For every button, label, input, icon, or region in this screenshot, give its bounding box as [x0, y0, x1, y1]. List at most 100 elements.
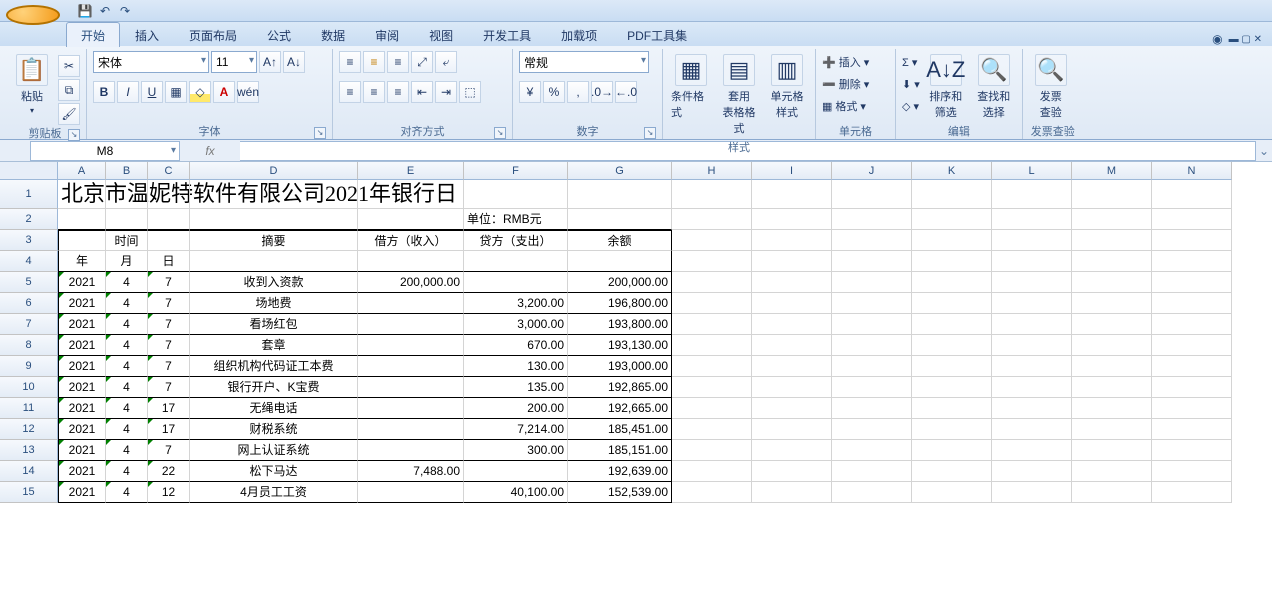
help-icon[interactable]: ◉: [1212, 32, 1222, 46]
font-color-button[interactable]: A: [213, 81, 235, 103]
row-header-15[interactable]: 15: [0, 482, 58, 503]
tab-formulas[interactable]: 公式: [252, 22, 306, 47]
row-header-10[interactable]: 10: [0, 377, 58, 398]
copy-icon[interactable]: ⧉: [58, 79, 80, 101]
align-center-icon[interactable]: ≡: [363, 81, 385, 103]
column-header-L[interactable]: L: [992, 162, 1072, 180]
align-top-icon[interactable]: ≡: [339, 51, 361, 73]
tab-addins[interactable]: 加载项: [546, 22, 612, 47]
align-left-icon[interactable]: ≡: [339, 81, 361, 103]
column-header-J[interactable]: J: [832, 162, 912, 180]
fx-icon[interactable]: fx: [205, 144, 214, 158]
column-header-B[interactable]: B: [106, 162, 148, 180]
clipboard-dialog-icon[interactable]: ↘: [68, 129, 80, 141]
row-header-2[interactable]: 2: [0, 209, 58, 230]
qat-undo-icon[interactable]: ↶: [96, 2, 114, 20]
tab-data[interactable]: 数据: [306, 22, 360, 47]
cut-icon[interactable]: ✂: [58, 55, 80, 77]
orientation-icon[interactable]: ⤢: [411, 51, 433, 73]
row-header-1[interactable]: 1: [0, 180, 58, 209]
worksheet-grid[interactable]: ABCDEFGHIJKLMN 123456789101112131415 北京市…: [0, 162, 1272, 590]
office-button[interactable]: [6, 5, 60, 25]
column-header-M[interactable]: M: [1072, 162, 1152, 180]
find-select-button[interactable]: 🔍查找和 选择: [972, 51, 1016, 123]
row-header-8[interactable]: 8: [0, 335, 58, 356]
column-header-G[interactable]: G: [568, 162, 672, 180]
merge-button[interactable]: ⬚: [459, 81, 481, 103]
delete-cells-button[interactable]: ➖ 删除 ▾: [822, 75, 869, 93]
column-header-F[interactable]: F: [464, 162, 568, 180]
insert-cells-button[interactable]: ➕ 插入 ▾: [822, 53, 869, 71]
phonetic-button[interactable]: wén: [237, 81, 259, 103]
cell-styles-button[interactable]: ▥单元格 样式: [765, 51, 809, 123]
row-header-3[interactable]: 3: [0, 230, 58, 251]
row-header-4[interactable]: 4: [0, 251, 58, 272]
conditional-format-button[interactable]: ▦条件格式: [669, 51, 713, 123]
minimize-ribbon-icon[interactable]: ▬ ▢ ✕: [1229, 34, 1262, 45]
tab-view[interactable]: 视图: [414, 22, 468, 47]
align-bottom-icon[interactable]: ≡: [387, 51, 409, 73]
row-header-7[interactable]: 7: [0, 314, 58, 335]
row-header-14[interactable]: 14: [0, 461, 58, 482]
column-headers[interactable]: ABCDEFGHIJKLMN: [58, 162, 1232, 180]
fill-color-button[interactable]: ◇: [189, 81, 211, 103]
format-cells-button[interactable]: ▦ 格式 ▾: [822, 97, 866, 115]
row-header-9[interactable]: 9: [0, 356, 58, 377]
percent-icon[interactable]: %: [543, 81, 565, 103]
align-middle-icon[interactable]: ≡: [363, 51, 385, 73]
name-box[interactable]: M8: [30, 141, 180, 161]
column-header-E[interactable]: E: [358, 162, 464, 180]
decrease-decimal-icon[interactable]: ←.0: [615, 81, 637, 103]
border-button[interactable]: ▦: [165, 81, 187, 103]
align-dialog-icon[interactable]: ↘: [494, 127, 506, 139]
sort-filter-button[interactable]: A↓Z排序和 筛选: [924, 51, 968, 123]
paste-button[interactable]: 📋 粘贴 ▾: [10, 51, 54, 118]
row-header-5[interactable]: 5: [0, 272, 58, 293]
row-header-12[interactable]: 12: [0, 419, 58, 440]
column-header-A[interactable]: A: [58, 162, 106, 180]
column-header-K[interactable]: K: [912, 162, 992, 180]
column-header-C[interactable]: C: [148, 162, 190, 180]
column-header-H[interactable]: H: [672, 162, 752, 180]
qat-save-icon[interactable]: 💾: [76, 2, 94, 20]
cell-area[interactable]: 北京市温妮特软件有限公司2021年银行日单位：RMB元时间摘要借方（收入）贷方（…: [58, 180, 1232, 503]
tab-pagelayout[interactable]: 页面布局: [174, 22, 252, 47]
underline-button[interactable]: U: [141, 81, 163, 103]
format-painter-icon[interactable]: 🖌: [58, 103, 80, 125]
fill-button[interactable]: ⬇ ▾: [902, 75, 920, 93]
decrease-indent-icon[interactable]: ⇤: [411, 81, 433, 103]
column-header-I[interactable]: I: [752, 162, 832, 180]
row-header-6[interactable]: 6: [0, 293, 58, 314]
wrap-text-button[interactable]: ⤶: [435, 51, 457, 73]
tab-home[interactable]: 开始: [66, 22, 120, 47]
italic-button[interactable]: I: [117, 81, 139, 103]
autosum-button[interactable]: Σ ▾: [902, 53, 920, 71]
font-name-combo[interactable]: 宋体: [93, 51, 209, 73]
tab-pdf[interactable]: PDF工具集: [612, 22, 702, 47]
tab-review[interactable]: 审阅: [360, 22, 414, 47]
row-header-13[interactable]: 13: [0, 440, 58, 461]
grow-font-icon[interactable]: A↑: [259, 51, 281, 73]
number-format-combo[interactable]: 常规: [519, 51, 649, 73]
number-dialog-icon[interactable]: ↘: [644, 127, 656, 139]
currency-icon[interactable]: ¥: [519, 81, 541, 103]
increase-decimal-icon[interactable]: .0→: [591, 81, 613, 103]
invoice-check-button[interactable]: 🔍发票 查验: [1029, 51, 1073, 123]
shrink-font-icon[interactable]: A↓: [283, 51, 305, 73]
font-size-combo[interactable]: 11: [211, 51, 257, 73]
increase-indent-icon[interactable]: ⇥: [435, 81, 457, 103]
clear-button[interactable]: ◇ ▾: [902, 97, 920, 115]
tab-developer[interactable]: 开发工具: [468, 22, 546, 47]
column-header-N[interactable]: N: [1152, 162, 1232, 180]
tab-insert[interactable]: 插入: [120, 22, 174, 47]
font-dialog-icon[interactable]: ↘: [314, 127, 326, 139]
format-as-table-button[interactable]: ▤套用 表格格式: [717, 51, 761, 139]
comma-icon[interactable]: ,: [567, 81, 589, 103]
align-right-icon[interactable]: ≡: [387, 81, 409, 103]
bold-button[interactable]: B: [93, 81, 115, 103]
column-header-D[interactable]: D: [190, 162, 358, 180]
qat-redo-icon[interactable]: ↷: [116, 2, 134, 20]
select-all-button[interactable]: [0, 162, 58, 180]
expand-formula-bar-icon[interactable]: ⌄: [1256, 144, 1272, 158]
row-header-11[interactable]: 11: [0, 398, 58, 419]
